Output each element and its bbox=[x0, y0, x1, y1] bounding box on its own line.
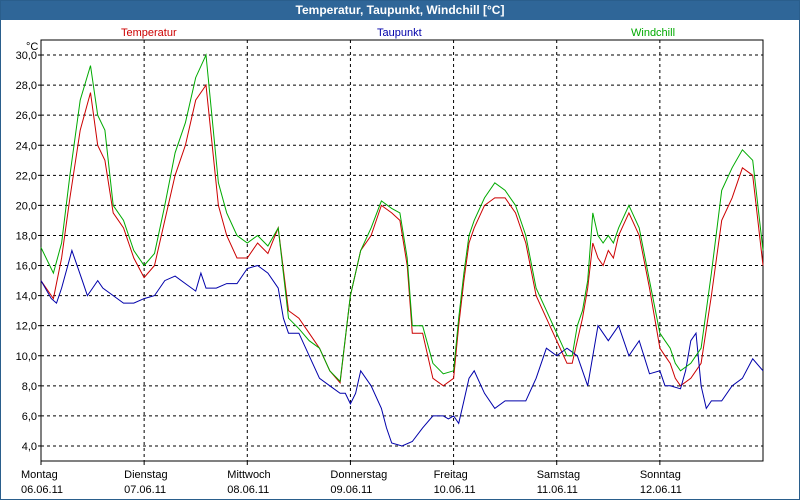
x-tick-date-label: 11.06.11 bbox=[537, 484, 578, 496]
y-tick-label: 12,0 bbox=[16, 321, 37, 333]
y-tick-label: 6,0 bbox=[22, 411, 37, 423]
y-tick-label: 28,0 bbox=[16, 80, 37, 92]
x-tick-day-label: Freitag bbox=[434, 469, 468, 481]
y-tick-label: 26,0 bbox=[16, 110, 37, 122]
y-tick-label: 20,0 bbox=[16, 200, 37, 212]
x-tick-day-label: Mittwoch bbox=[227, 469, 270, 481]
x-tick-day-label: Donnerstag bbox=[330, 469, 387, 481]
y-tick-label: 8,0 bbox=[22, 381, 37, 393]
x-tick-date-label: 06.06.11 bbox=[21, 484, 63, 496]
y-unit-label: °C bbox=[26, 41, 38, 53]
x-tick-date-label: 12.06.11 bbox=[640, 484, 682, 496]
x-tick-date-label: 09.06.11 bbox=[330, 484, 372, 496]
x-tick-day-label: Dienstag bbox=[124, 469, 167, 481]
plot-frame bbox=[40, 39, 764, 462]
legend-label-windchill: Windchill bbox=[631, 27, 675, 39]
x-tick-day-label: Sonntag bbox=[640, 469, 681, 481]
x-tick-date-label: 10.06.11 bbox=[434, 484, 476, 496]
chart-window: Temperatur, Taupunkt, Windchill [°C] 4,0… bbox=[0, 0, 800, 500]
y-tick-label: 4,0 bbox=[22, 441, 37, 453]
x-tick-date-label: 07.06.11 bbox=[124, 484, 166, 496]
y-tick-label: 22,0 bbox=[16, 170, 37, 182]
legend-label-temperatur: Temperatur bbox=[121, 27, 177, 39]
chart-area: 4,0 6,0 8,0 10,0 12,0 14,0 16,0 18,0 20,0 22,0 24,… bbox=[16, 27, 764, 496]
x-tick-day-label: Montag bbox=[21, 469, 58, 481]
legend-label-taupunkt: Taupunkt bbox=[377, 27, 422, 39]
y-tick-label: 16,0 bbox=[16, 261, 37, 273]
x-tick-day-label: Samstag bbox=[537, 469, 580, 481]
y-tick-label: 18,0 bbox=[16, 230, 37, 242]
window-title: Temperatur, Taupunkt, Windchill [°C] bbox=[1, 1, 799, 20]
y-tick-label: 14,0 bbox=[16, 291, 37, 303]
y-tick-label: 10,0 bbox=[16, 351, 37, 363]
y-tick-label: 24,0 bbox=[16, 140, 37, 152]
x-tick-date-label: 08.06.11 bbox=[227, 484, 269, 496]
